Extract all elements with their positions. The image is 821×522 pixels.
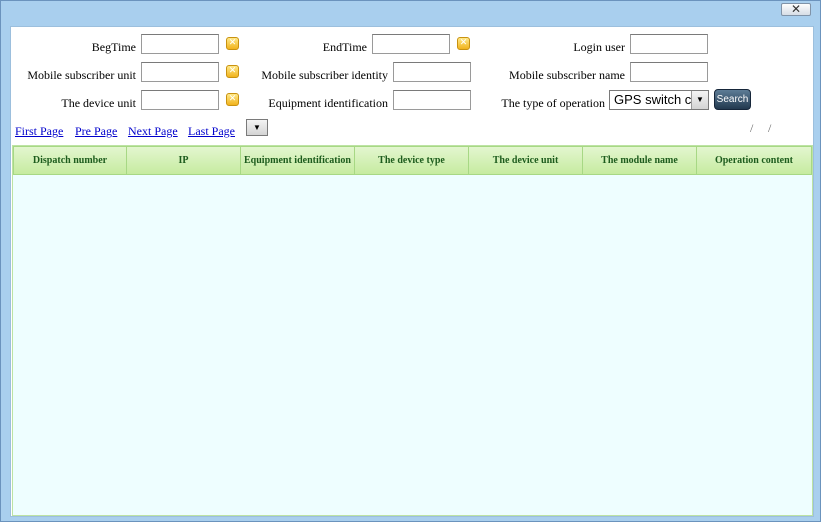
search-button[interactable]: Search [714,89,751,110]
column-header-operation-content[interactable]: Operation content [697,146,812,175]
results-grid: Dispatch number IP Equipment identificat… [12,145,813,516]
equipment-identification-input[interactable] [393,90,471,110]
mobile-subscriber-unit-input[interactable] [141,62,219,82]
beg-time-clear-icon[interactable]: ✕ [226,37,239,50]
column-header-equipment-identification[interactable]: Equipment identification [241,146,355,175]
page-separator: / [750,121,754,135]
column-header-device-unit[interactable]: The device unit [469,146,583,175]
operation-type-selected: GPS switch c [614,92,692,107]
end-time-input[interactable] [372,34,450,54]
first-page-link[interactable]: First Page [15,124,63,139]
beg-time-input[interactable] [141,34,219,54]
column-header-ip[interactable]: IP [127,146,241,175]
close-icon: ✕ [790,2,802,16]
beg-time-label: BegTime [91,40,136,54]
dialog-window: ✕ BegTime ✕ EndTime ✕ Login user Mobile … [0,0,821,522]
mobile-subscriber-identity-input[interactable] [393,62,471,82]
device-unit-input[interactable] [141,90,219,110]
column-header-module-name[interactable]: The module name [583,146,697,175]
end-time-label: EndTime [322,40,367,54]
mobile-subscriber-identity-label: Mobile subscriber identity [261,68,388,82]
dialog-content: BegTime ✕ EndTime ✕ Login user Mobile su… [10,26,814,517]
grid-header: Dispatch number IP Equipment identificat… [13,146,812,175]
operation-type-label: The type of operation [501,96,605,110]
operation-type-select[interactable]: GPS switch c ▼ [609,90,709,110]
mobile-subscriber-unit-label: Mobile subscriber unit [27,68,136,82]
next-page-link[interactable]: Next Page [128,124,178,139]
last-page-link[interactable]: Last Page [188,124,235,139]
page-select[interactable]: ▼ [246,119,268,136]
close-button[interactable]: ✕ [781,3,811,16]
login-user-label: Login user [573,40,625,54]
mobile-subscriber-unit-clear-icon[interactable]: ✕ [226,65,239,78]
column-header-dispatch-number[interactable]: Dispatch number [13,146,127,175]
end-time-clear-icon[interactable]: ✕ [457,37,470,50]
device-unit-clear-icon[interactable]: ✕ [226,93,239,106]
device-unit-label: The device unit [61,96,136,110]
page-separator: / [768,121,772,135]
chevron-down-icon[interactable]: ▼ [691,91,708,109]
login-user-input[interactable] [630,34,708,54]
column-header-device-type[interactable]: The device type [355,146,469,175]
mobile-subscriber-name-label: Mobile subscriber name [509,68,625,82]
equipment-identification-label: Equipment identification [268,96,388,110]
chevron-down-icon: ▼ [253,123,261,132]
mobile-subscriber-name-input[interactable] [630,62,708,82]
prev-page-link[interactable]: Pre Page [75,124,117,139]
